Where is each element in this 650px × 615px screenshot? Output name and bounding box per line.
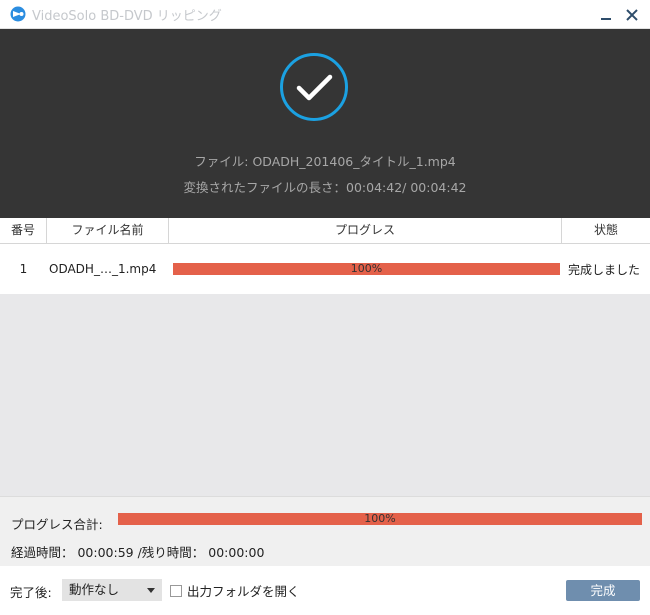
minimize-button[interactable] [596,5,616,25]
minimize-icon [601,18,611,20]
chevron-down-icon [147,588,155,593]
row-progress-cell: 100% [169,263,562,275]
after-completion-value: 動作なし [69,582,120,597]
table-row[interactable]: 1 ODADH_…_1.mp4 100% 完成しました [0,244,650,294]
footer-bar: 完了後: 動作なし 出力フォルダを開く 完成 [0,566,650,615]
open-output-folder-label: 出力フォルダを開く [187,584,300,599]
table-header: 番号 ファイル名前 プログレス 状態 [0,218,650,244]
completion-panel: ファイル: ODADH_201406_タイトル_1.mp4 変換されたファイルの… [0,29,650,218]
total-progress-bar: 100% [118,513,642,525]
header-file-name[interactable]: ファイル名前 [47,218,169,244]
total-progress-text: 100% [364,512,396,525]
open-output-folder-checkbox[interactable] [170,584,182,597]
row-number: 1 [19,262,28,276]
after-completion-label: 完了後: [10,585,52,600]
disc-logo-icon [10,6,26,22]
row-progress-bar: 100% [173,263,560,275]
header-progress[interactable]: プログレス [169,218,562,244]
task-table: 番号 ファイル名前 プログレス 状態 1 ODADH_…_1.mp4 100% … [0,218,650,294]
after-completion-select[interactable]: 動作なし [62,579,162,601]
close-icon [626,9,638,21]
row-progress-text: 100% [350,262,383,275]
empty-list-area [0,294,650,496]
total-progress-label: プログレス合計: [11,517,103,532]
window-title: VideoSolo BD-DVD リッピング [32,8,222,24]
open-output-folder-option[interactable]: 出力フォルダを開く [170,581,300,600]
header-number[interactable]: 番号 [0,218,47,244]
summary-panel: プログレス合計: 100% 経過時間： 00:00:59 /残り時間： 00:0… [0,496,650,566]
title-bar: VideoSolo BD-DVD リッピング [0,0,650,29]
close-button[interactable] [622,5,642,25]
done-button[interactable]: 完成 [566,580,640,601]
row-file-name: ODADH_…_1.mp4 [49,262,157,276]
row-status: 完成しました [568,262,641,277]
converted-length: 変換されたファイルの長さ：00:04:42/ 00:04:42 [183,180,467,195]
output-file-name: ファイル: ODADH_201406_タイトル_1.mp4 [194,154,456,169]
header-status[interactable]: 状態 [562,218,650,244]
checkmark-circle-icon [280,53,348,121]
elapsed-remaining-time: 経過時間： 00:00:59 /残り時間： 00:00:00 [11,545,265,560]
